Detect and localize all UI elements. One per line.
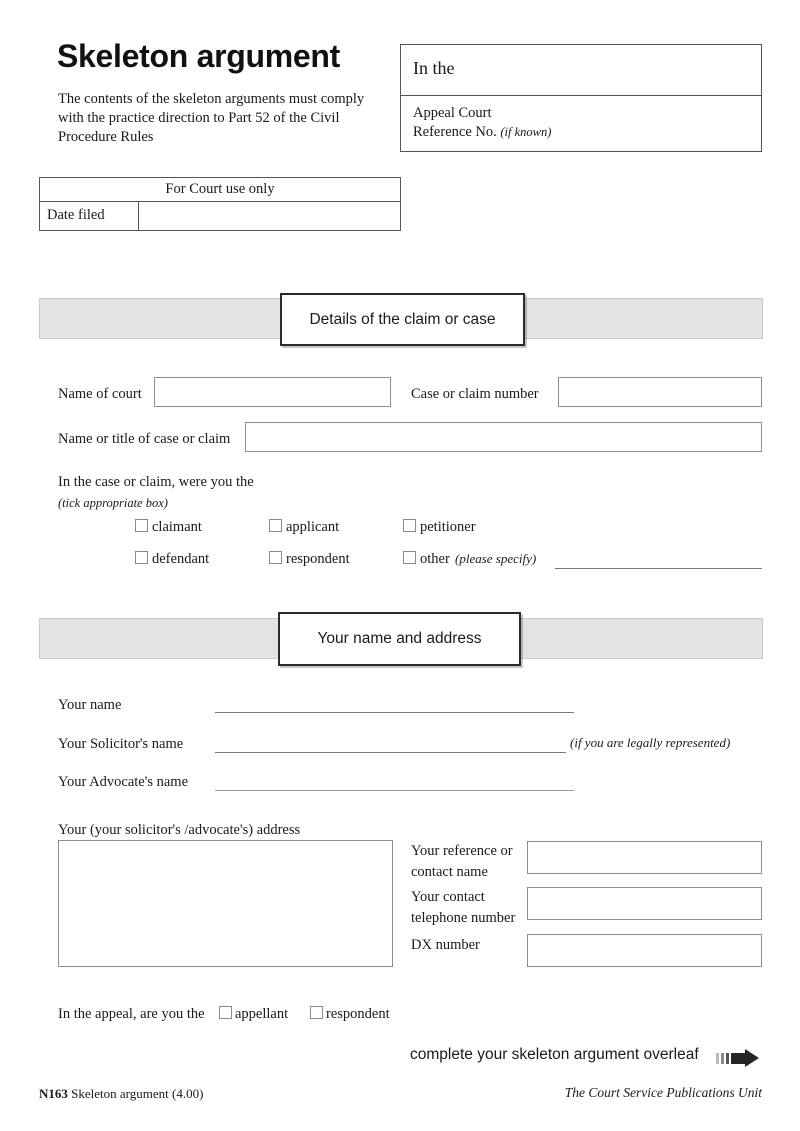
reference-contact-label: Your reference or contact name [411, 843, 513, 880]
footer-publisher: The Court Service Publications Unit [564, 1085, 762, 1100]
footer-form-code: N163 [39, 1086, 68, 1101]
telephone-label: Your contact telephone number [411, 889, 516, 926]
checkbox-respondent-label: respondent [286, 551, 350, 567]
table-row: Date filed [40, 202, 400, 230]
role-hint-label: (tick appropriate box) [58, 496, 168, 510]
your-name-label: Your name [58, 697, 122, 713]
checkbox-petitioner-label: petitioner [420, 519, 476, 535]
details-section-heading: Details of the claim or case [280, 293, 525, 346]
solicitor-name-input[interactable] [215, 752, 566, 753]
name-of-court-label: Name of court [58, 386, 142, 402]
appeal-reference-field[interactable]: Appeal Court Reference No. (if known) [401, 96, 761, 151]
solicitor-note-label: (if you are legally represented) [570, 735, 731, 750]
role-question-label: In the case or claim, were you the [58, 474, 254, 490]
checkbox-claimant-label: claimant [152, 519, 202, 535]
other-specify-input[interactable] [555, 568, 762, 569]
page-title: Skeleton argument [57, 38, 340, 74]
dx-number-input[interactable] [527, 934, 762, 967]
telephone-input[interactable] [527, 887, 762, 920]
advocate-name-input[interactable] [215, 790, 574, 791]
checkbox-appeal-respondent-label: respondent [326, 1006, 390, 1022]
footer-form-code-row: N163 Skeleton argument (4.00) [39, 1086, 203, 1102]
checkbox-other-label: other [420, 551, 450, 567]
court-use-header: For Court use only [40, 178, 400, 202]
solicitor-name-label: Your Solicitor's name [58, 736, 184, 752]
footer-form-name: Skeleton argument (4.00) [71, 1086, 204, 1101]
checkbox-other[interactable] [403, 551, 416, 564]
checkbox-appellant[interactable] [219, 1006, 232, 1019]
checkbox-petitioner[interactable] [403, 519, 416, 532]
address-label: Your (your solicitor's /advocate's) addr… [58, 822, 301, 838]
arrow-trail-1 [716, 1053, 719, 1064]
in-the-field[interactable]: In the [401, 45, 761, 96]
address-input[interactable] [58, 840, 393, 967]
checkbox-defendant-label: defendant [152, 551, 210, 567]
checkbox-respondent[interactable] [269, 551, 282, 564]
reference-no-label: Reference No. [413, 124, 497, 140]
checkbox-appellant-label: appellant [235, 1006, 289, 1022]
checkbox-applicant-label: applicant [286, 519, 340, 535]
arrow-shaft [731, 1053, 746, 1064]
reference-contact-input[interactable] [527, 841, 762, 874]
appeal-question-label: In the appeal, are you the [58, 1006, 205, 1022]
case-number-input[interactable] [558, 377, 762, 407]
right-arrow-icon [716, 1049, 764, 1069]
court-use-table: For Court use only Date filed [39, 177, 401, 231]
advocate-name-label: Your Advocate's name [58, 774, 189, 790]
in-the-court-box: In the Appeal Court Reference No. (if kn… [400, 44, 762, 152]
case-title-label: Name or title of case or claim [58, 431, 231, 447]
name-address-section-heading: Your name and address [278, 612, 521, 666]
arrow-head [745, 1049, 759, 1067]
reference-no-row: Reference No. (if known) [413, 123, 761, 142]
checkbox-appeal-respondent[interactable] [310, 1006, 323, 1019]
form-page: Skeleton argument The contents of the sk… [0, 0, 800, 1131]
checkbox-claimant[interactable] [135, 519, 148, 532]
arrow-trail-3 [726, 1053, 729, 1064]
date-filed-input[interactable] [139, 202, 400, 230]
other-note-label: (please specify) [455, 551, 537, 566]
overleaf-note: complete your skeleton argument overleaf [410, 1046, 699, 1063]
in-the-label: In the [413, 58, 455, 78]
dx-number-label: DX number [411, 937, 480, 953]
page-subtitle: The contents of the skeleton arguments m… [58, 91, 365, 145]
checkbox-applicant[interactable] [269, 519, 282, 532]
arrow-trail-2 [721, 1053, 724, 1064]
case-title-input[interactable] [245, 422, 762, 452]
appeal-court-label: Appeal Court [413, 105, 492, 121]
checkbox-defendant[interactable] [135, 551, 148, 564]
case-number-label: Case or claim number [411, 386, 539, 402]
your-name-input[interactable] [215, 712, 574, 713]
name-of-court-input[interactable] [154, 377, 391, 407]
reference-no-note: (if known) [500, 125, 552, 139]
date-filed-label: Date filed [40, 202, 139, 230]
